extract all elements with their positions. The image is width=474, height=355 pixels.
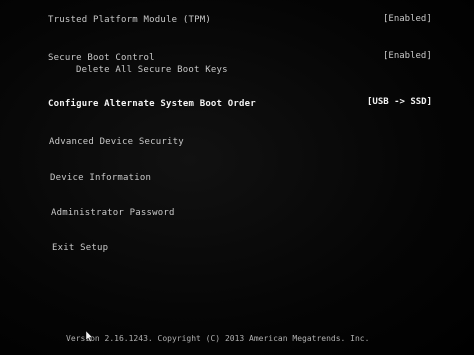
menu-item-secure-boot-control-label[interactable]: Secure Boot Control — [48, 53, 155, 63]
menu-item-advanced-device-security[interactable]: Advanced Device Security — [49, 137, 184, 147]
menu-item-device-information[interactable]: Device Information — [50, 173, 151, 183]
menu-item-tpm-value[interactable]: [Enabled] — [383, 14, 432, 24]
mouse-pointer-icon — [85, 327, 94, 346]
menu-item-secure-boot-control-value[interactable]: [Enabled] — [383, 51, 432, 61]
menu-item-exit-setup[interactable]: Exit Setup — [52, 243, 108, 253]
version-copyright-footer: Version 2.16.1243. Copyright (C) 2013 Am… — [66, 334, 370, 343]
menu-item-tpm-label[interactable]: Trusted Platform Module (TPM) — [48, 15, 211, 25]
bios-setup-screen: Trusted Platform Module (TPM) [Enabled] … — [0, 0, 474, 355]
menu-item-alternate-boot-order-value[interactable]: [USB -> SSD] — [367, 97, 432, 107]
menu-item-alternate-boot-order-label[interactable]: Configure Alternate System Boot Order — [48, 99, 256, 109]
menu-item-delete-secure-boot-keys[interactable]: Delete All Secure Boot Keys — [76, 65, 228, 75]
menu-item-administrator-password[interactable]: Administrator Password — [51, 208, 175, 218]
